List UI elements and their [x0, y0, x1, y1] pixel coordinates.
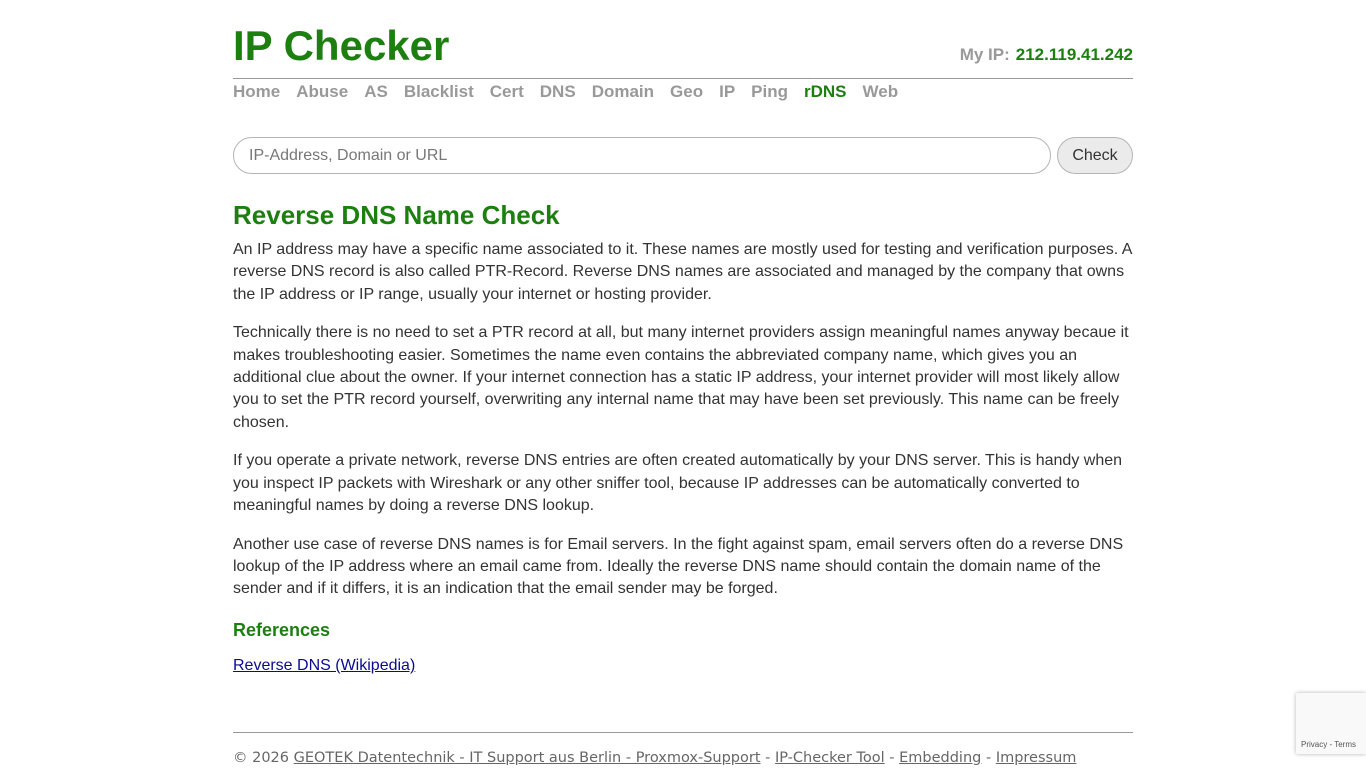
- nav-item-as[interactable]: AS: [364, 82, 388, 104]
- site-logo[interactable]: IP Checker: [233, 22, 449, 70]
- page-container: IP Checker My IP: 212.119.41.242 Home Abu…: [233, 0, 1133, 766]
- nav-item-dns[interactable]: DNS: [540, 82, 576, 104]
- page-title: Reverse DNS Name Check: [233, 200, 560, 230]
- paragraph-private-network: If you operate a private network, revers…: [233, 452, 1123, 514]
- paragraph-intro: An IP address may have a specific name a…: [233, 241, 1132, 303]
- my-ip-value[interactable]: 212.119.41.242: [1016, 45, 1133, 64]
- footer-link-tool[interactable]: IP-Checker Tool: [775, 750, 885, 766]
- header: IP Checker My IP: 212.119.41.242: [233, 0, 1133, 79]
- search-form: Check: [233, 137, 1133, 175]
- recaptcha-badge[interactable]: Privacy - Terms: [1296, 693, 1366, 754]
- footer: © 2026 GEOTEK Datentechnik - IT Support …: [233, 732, 1133, 768]
- nav-item-cert[interactable]: Cert: [490, 82, 524, 104]
- footer-link-impressum[interactable]: Impressum: [996, 750, 1077, 766]
- recaptcha-privacy-link[interactable]: Privacy: [1301, 740, 1327, 749]
- nav-item-web[interactable]: Web: [863, 82, 899, 104]
- footer-link-company[interactable]: GEOTEK Datentechnik - IT Support aus Ber…: [294, 750, 761, 766]
- nav-item-blacklist[interactable]: Blacklist: [404, 82, 474, 104]
- my-ip-display: My IP: 212.119.41.242: [960, 45, 1133, 65]
- paragraph-email: Another use case of reverse DNS names is…: [233, 535, 1124, 598]
- footer-copyright: © 2026: [233, 750, 290, 766]
- nav-item-domain[interactable]: Domain: [592, 82, 654, 104]
- references-heading: References: [233, 619, 331, 640]
- my-ip-label: My IP:: [959, 45, 1010, 64]
- nav-item-abuse[interactable]: Abuse: [296, 82, 348, 104]
- recaptcha-separator: -: [1329, 740, 1333, 749]
- nav-item-geo[interactable]: Geo: [670, 82, 703, 104]
- nav-item-home[interactable]: Home: [233, 82, 280, 104]
- footer-link-embedding[interactable]: Embedding: [899, 750, 981, 766]
- check-button[interactable]: Check: [1057, 137, 1133, 174]
- main-nav: Home Abuse AS Blacklist Cert DNS Domain …: [233, 82, 914, 104]
- search-input[interactable]: [233, 137, 1051, 174]
- nav-item-ping[interactable]: Ping: [751, 82, 788, 104]
- nav-item-rdns[interactable]: rDNS: [804, 82, 847, 104]
- footer-separator: -: [985, 750, 992, 766]
- nav-item-ip[interactable]: IP: [719, 82, 735, 104]
- reference-link-wikipedia[interactable]: Reverse DNS (Wikipedia): [233, 655, 415, 677]
- main-content: Reverse DNS Name Check An IP address may…: [233, 197, 1133, 677]
- recaptcha-links: Privacy - Terms: [1301, 740, 1356, 749]
- footer-separator: -: [765, 750, 771, 766]
- footer-separator: -: [889, 750, 895, 766]
- paragraph-technical: Technically there is no need to set a PT…: [233, 324, 1129, 431]
- recaptcha-terms-link[interactable]: Terms: [1334, 740, 1356, 749]
